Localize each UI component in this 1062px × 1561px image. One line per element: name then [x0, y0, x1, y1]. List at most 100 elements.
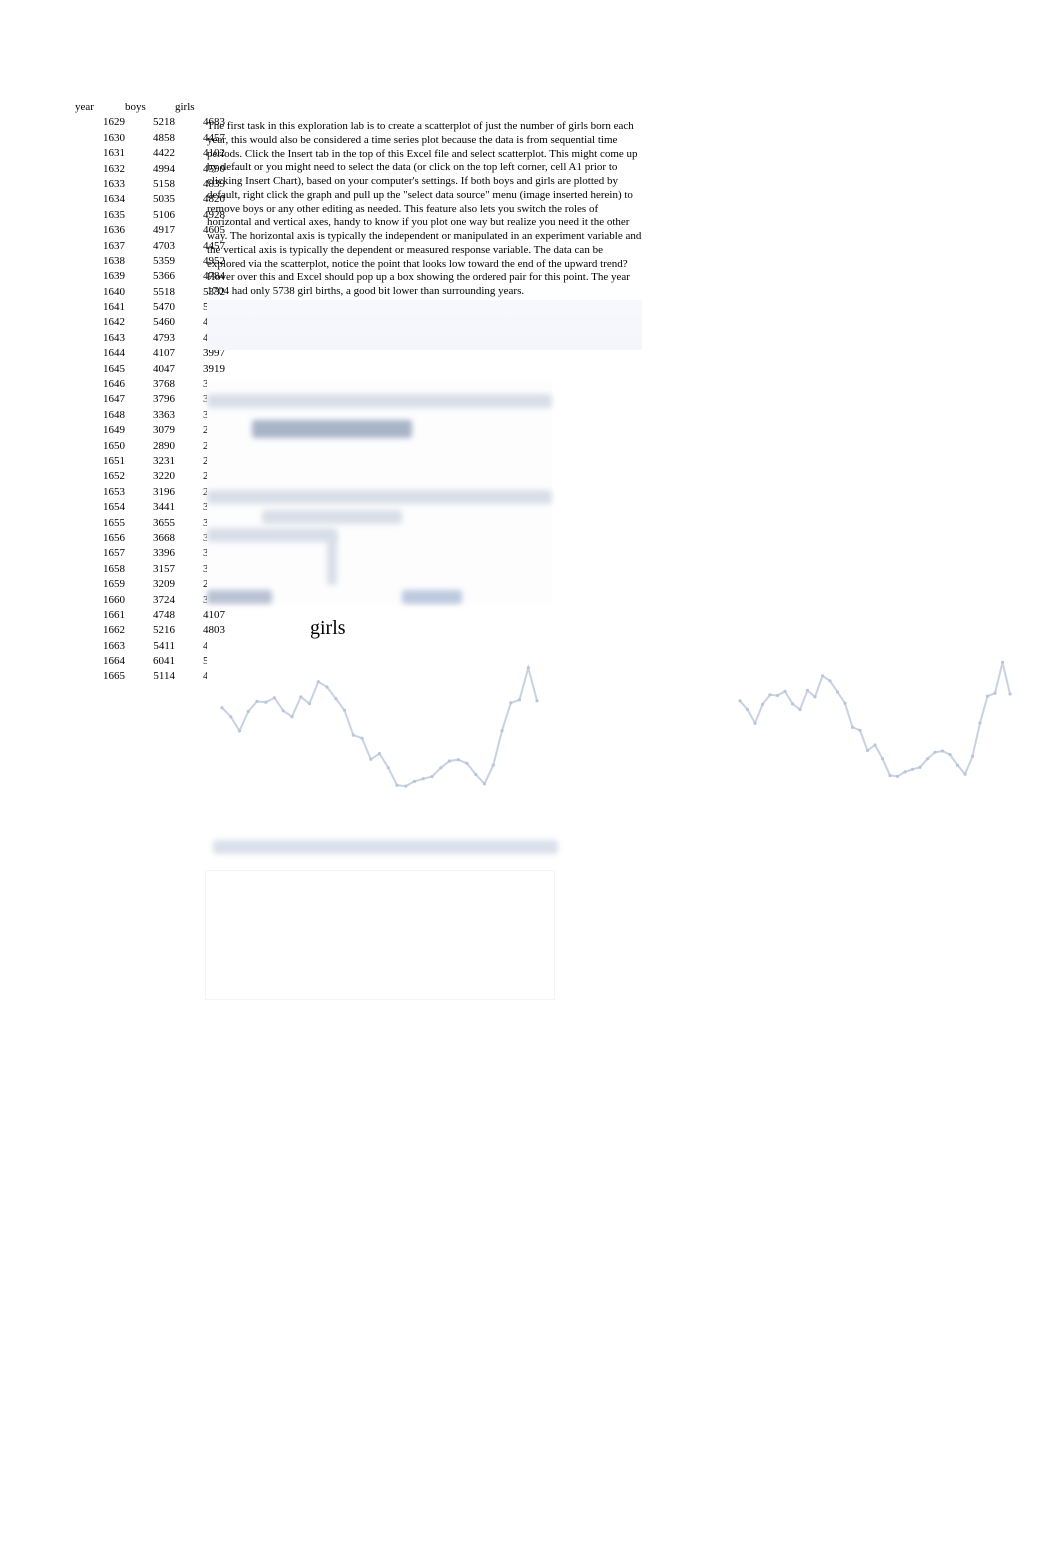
- table-row: 164930792746: [75, 423, 225, 438]
- instruction-paragraph: The first task in this exploration lab i…: [207, 120, 642, 299]
- cell-girls: 3919: [175, 362, 225, 377]
- header-year: year: [75, 100, 125, 115]
- table-row: 165028902722: [75, 439, 225, 454]
- table-row: 163450354820: [75, 192, 225, 207]
- table-row: 164637683395: [75, 377, 225, 392]
- cell-boys: 3441: [125, 500, 175, 515]
- table-row: 164441073997: [75, 346, 225, 361]
- cell-year: 1636: [75, 223, 125, 238]
- cell-year: 1631: [75, 146, 125, 161]
- header-girls: girls: [175, 100, 225, 115]
- cell-year: 1629: [75, 115, 125, 130]
- cell-boys: 4107: [125, 346, 175, 361]
- cell-year: 1662: [75, 623, 125, 638]
- table-row: 165132312840: [75, 454, 225, 469]
- table-row: 166551144858: [75, 669, 225, 684]
- cell-boys: 5218: [125, 115, 175, 130]
- cell-boys: 4422: [125, 146, 175, 161]
- cell-boys: 5114: [125, 669, 175, 684]
- cell-boys: 3231: [125, 454, 175, 469]
- cell-year: 1634: [75, 192, 125, 207]
- cell-year: 1633: [75, 177, 125, 192]
- cell-year: 1632: [75, 162, 125, 177]
- cell-year: 1646: [75, 377, 125, 392]
- girls-scatter-chart-main: [207, 640, 552, 820]
- cell-boys: 6041: [125, 654, 175, 669]
- table-row: 163351584839: [75, 177, 225, 192]
- cell-boys: 5106: [125, 208, 175, 223]
- cell-boys: 3396: [125, 546, 175, 561]
- cell-year: 1663: [75, 639, 125, 654]
- cell-boys: 3157: [125, 562, 175, 577]
- table-row: 165831573013: [75, 562, 225, 577]
- table-row: 165636683382: [75, 531, 225, 546]
- cell-year: 1638: [75, 254, 125, 269]
- table-row: 163649174605: [75, 223, 225, 238]
- empty-chart-placeholder: [205, 870, 555, 1000]
- cell-boys: 4994: [125, 162, 175, 177]
- cell-year: 1661: [75, 608, 125, 623]
- table-row: 166252164803: [75, 623, 225, 638]
- cell-year: 1654: [75, 500, 125, 515]
- table-row: 163953664784: [75, 269, 225, 284]
- blurred-highlight-1: [207, 300, 642, 350]
- data-table: year boys girls 162952184683163048584457…: [75, 100, 225, 685]
- table-row: 163144224102: [75, 146, 225, 161]
- cell-year: 1630: [75, 131, 125, 146]
- table-row: 164737963536: [75, 392, 225, 407]
- cell-boys: 3796: [125, 392, 175, 407]
- cell-year: 1658: [75, 562, 125, 577]
- table-row: 163853594952: [75, 254, 225, 269]
- cell-year: 1657: [75, 546, 125, 561]
- table-row: 164254604910: [75, 315, 225, 330]
- cell-year: 1648: [75, 408, 125, 423]
- cell-year: 1645: [75, 362, 125, 377]
- cell-boys: 5460: [125, 315, 175, 330]
- cell-boys: 5035: [125, 192, 175, 207]
- table-row: 165536553349: [75, 516, 225, 531]
- cell-boys: 5470: [125, 300, 175, 315]
- cell-boys: 4748: [125, 608, 175, 623]
- table-row: 165733963289: [75, 546, 225, 561]
- cell-year: 1640: [75, 285, 125, 300]
- cell-boys: 3668: [125, 531, 175, 546]
- cell-boys: 5216: [125, 623, 175, 638]
- blurred-bar-below-chart: [213, 840, 558, 854]
- table-row: 163747034457: [75, 239, 225, 254]
- cell-year: 1639: [75, 269, 125, 284]
- cell-boys: 5518: [125, 285, 175, 300]
- table-row: 165932092781: [75, 577, 225, 592]
- cell-boys: 3196: [125, 485, 175, 500]
- table-row: 166147484107: [75, 608, 225, 623]
- dialog-screenshot-placeholder: [207, 380, 552, 605]
- cell-boys: 3655: [125, 516, 175, 531]
- table-row: 165331962959: [75, 485, 225, 500]
- cell-year: 1649: [75, 423, 125, 438]
- cell-boys: 5158: [125, 177, 175, 192]
- cell-year: 1635: [75, 208, 125, 223]
- cell-year: 1644: [75, 346, 125, 361]
- cell-boys: 4047: [125, 362, 175, 377]
- table-row: 165434413179: [75, 500, 225, 515]
- table-row: 163551064928: [75, 208, 225, 223]
- table-row: 166460415681: [75, 654, 225, 669]
- table-row: 164347934617: [75, 331, 225, 346]
- cell-boys: 3220: [125, 469, 175, 484]
- table-row: 163249944590: [75, 162, 225, 177]
- header-boys: boys: [125, 100, 175, 115]
- cell-year: 1665: [75, 669, 125, 684]
- cell-year: 1652: [75, 469, 125, 484]
- chart-title: girls: [310, 617, 346, 640]
- cell-girls: 4107: [175, 608, 225, 623]
- table-header-row: year boys girls: [75, 100, 225, 115]
- cell-year: 1637: [75, 239, 125, 254]
- table-row: 164154705200: [75, 300, 225, 315]
- table-row: 162952184683: [75, 115, 225, 130]
- cell-boys: 5359: [125, 254, 175, 269]
- cell-boys: 3768: [125, 377, 175, 392]
- cell-year: 1653: [75, 485, 125, 500]
- table-row: 166037243247: [75, 593, 225, 608]
- cell-year: 1660: [75, 593, 125, 608]
- cell-boys: 3079: [125, 423, 175, 438]
- table-row: 164540473919: [75, 362, 225, 377]
